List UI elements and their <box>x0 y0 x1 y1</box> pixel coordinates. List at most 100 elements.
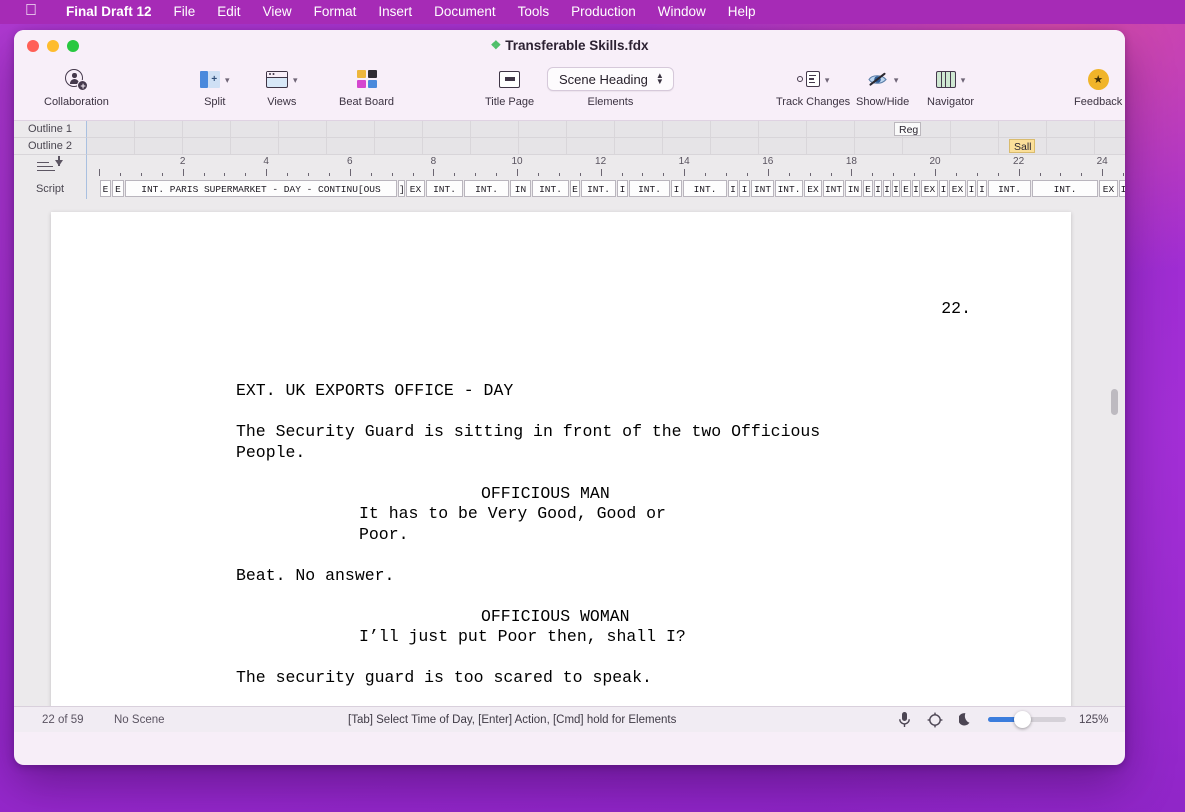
scene-cell[interactable]: I <box>739 180 750 197</box>
track-changes-button[interactable]: ▾ Track Changes <box>776 66 850 108</box>
scene-cell[interactable]: IN <box>845 180 862 197</box>
scene-cell[interactable]: I <box>671 180 682 197</box>
menu-item-document[interactable]: Document <box>423 0 507 24</box>
outline1-tag[interactable]: Reg <box>894 122 921 136</box>
show-hide-label: Show/Hide <box>856 96 910 108</box>
scene-cell[interactable]: INT <box>751 180 774 197</box>
script-page[interactable]: 22. EXT. UK EXPORTS OFFICE - DAY The Secu… <box>51 212 1071 706</box>
chevron-down-icon[interactable]: ▾ <box>225 75 230 86</box>
scene-cell[interactable]: INT. <box>464 180 509 197</box>
apple-logo-icon[interactable]:  <box>14 0 48 23</box>
scene-cell[interactable]: I <box>1119 180 1125 197</box>
script-line-character[interactable]: OFFICIOUS WOMAN <box>236 607 1011 628</box>
script-line-action[interactable]: The security guard is too scared to spea… <box>236 668 1011 689</box>
menu-item-edit[interactable]: Edit <box>206 0 251 24</box>
menu-item-window[interactable]: Window <box>647 0 717 24</box>
scene-cell[interactable]: INT. <box>775 180 803 197</box>
night-mode-moon-icon[interactable] <box>957 711 975 729</box>
zoom-slider-knob[interactable] <box>1014 711 1031 728</box>
scene-cell[interactable]: E <box>901 180 911 197</box>
scene-cell[interactable]: I <box>912 180 920 197</box>
script-line-action[interactable]: The Security Guard is sitting in front o… <box>236 422 1011 443</box>
script-line-dialogue[interactable]: It has to be Very Good, Good or <box>236 504 1011 525</box>
vertical-scrollbar[interactable] <box>1109 199 1119 706</box>
menu-item-insert[interactable]: Insert <box>367 0 423 24</box>
chevron-down-icon[interactable]: ▾ <box>894 75 899 86</box>
scene-cell[interactable]: E <box>570 180 580 197</box>
menu-item-file[interactable]: File <box>163 0 207 24</box>
microphone-icon[interactable] <box>895 711 913 729</box>
scene-cell[interactable]: I <box>977 180 987 197</box>
ruler-tick <box>830 173 832 176</box>
scene-cell[interactable]: I <box>939 180 948 197</box>
scene-cell[interactable]: IN <box>510 180 531 197</box>
script-text[interactable]: 22. EXT. UK EXPORTS OFFICE - DAY The Secu… <box>51 212 1071 706</box>
chevron-down-icon[interactable]: ▾ <box>293 75 298 86</box>
chevron-down-icon[interactable]: ▾ <box>825 75 830 86</box>
ruler[interactable]: 2 4 6 8 10 12 14 16 18 20 22 24 <box>87 155 1125 179</box>
script-line-action[interactable]: Beat. No answer. <box>236 566 1011 587</box>
scene-cell[interactable]: I <box>728 180 738 197</box>
script-line-action[interactable]: People. <box>236 443 1011 464</box>
title-page-button[interactable]: Title Page <box>485 66 534 108</box>
scene-cell[interactable]: INT. <box>532 180 569 197</box>
menu-item-tools[interactable]: Tools <box>507 0 561 24</box>
collaboration-button[interactable]: + Collaboration <box>44 66 109 108</box>
menu-item-final-draft[interactable]: Final Draft 12 <box>66 0 163 24</box>
track-changes-label: Track Changes <box>776 96 851 108</box>
scene-cell[interactable]: INT. <box>629 180 670 197</box>
scene-cell[interactable]: EX <box>406 180 425 197</box>
scene-cell[interactable]: INT. <box>988 180 1031 197</box>
vertical-scrollbar-thumb[interactable] <box>1111 389 1118 415</box>
chevron-down-icon[interactable]: ▾ <box>961 75 966 86</box>
scene-cell[interactable]: E <box>112 180 124 197</box>
scene-cell[interactable]: INT. <box>1032 180 1098 197</box>
outline1-lane[interactable]: Reg <box>87 121 1125 138</box>
outline1-label[interactable]: Outline 1 <box>14 121 87 138</box>
focus-mode-icon[interactable] <box>926 711 944 729</box>
scene-cell[interactable]: E <box>863 180 873 197</box>
menu-item-format[interactable]: Format <box>303 0 368 24</box>
scene-cell[interactable]: EX <box>921 180 938 197</box>
scene-cell[interactable]: INT. <box>683 180 727 197</box>
outline2-label[interactable]: Outline 2 <box>14 138 87 155</box>
scene-cell[interactable]: EX <box>1099 180 1118 197</box>
menu-item-help[interactable]: Help <box>717 0 767 24</box>
ruler-tick <box>99 169 100 176</box>
script-line-dialogue[interactable]: Poor. <box>236 525 1011 546</box>
script-blank-line <box>236 545 1011 566</box>
script-line-scene-heading[interactable]: EXT. UK EXPORTS OFFICE - DAY <box>236 381 1011 402</box>
script-line-dialogue[interactable]: I’ll just put Poor then, shall I? <box>236 627 1011 648</box>
menu-item-production[interactable]: Production <box>560 0 647 24</box>
scene-cell[interactable]: EX <box>949 180 966 197</box>
views-button[interactable]: ▾ Views <box>266 66 298 108</box>
scene-strip[interactable]: E E INT. PARIS SUPERMARKET - DAY - CONTINU… <box>87 179 1125 199</box>
scene-cell[interactable]: E <box>100 180 111 197</box>
scene-cell[interactable]: I <box>883 180 891 197</box>
scene-cell[interactable]: INT. PARIS SUPERMARKET - DAY - CONTINU[O… <box>125 180 397 197</box>
scene-cell[interactable]: INT. <box>426 180 463 197</box>
scene-cell[interactable]: EX <box>804 180 822 197</box>
outline2-tag[interactable]: Sall <box>1009 139 1035 153</box>
zoom-slider[interactable] <box>988 711 1066 728</box>
scene-cell[interactable]: ] <box>398 180 405 197</box>
scene-cell[interactable]: I <box>892 180 900 197</box>
ruler-tick <box>496 173 498 176</box>
scene-cell[interactable]: I <box>617 180 628 197</box>
outline2-lane[interactable]: Sall <box>87 138 1125 155</box>
beat-board-button[interactable]: Beat Board <box>339 66 394 108</box>
stepper-icon[interactable]: ▲ ▼ <box>656 72 664 86</box>
scene-cell[interactable]: INT <box>823 180 844 197</box>
feedback-button[interactable]: ★ Feedback <box>1074 66 1122 108</box>
show-hide-button[interactable]: ▾ Show/Hide <box>856 66 909 108</box>
navigator-button[interactable]: ▾ Navigator <box>927 66 974 108</box>
menu-item-view[interactable]: View <box>252 0 303 24</box>
script-label[interactable]: Script <box>14 179 87 199</box>
tab-settings-button[interactable] <box>14 155 87 179</box>
script-line-character[interactable]: OFFICIOUS MAN <box>236 484 1011 505</box>
scene-cell[interactable]: I <box>967 180 976 197</box>
split-button[interactable]: + ▾ Split <box>200 66 230 108</box>
scene-cell[interactable]: I <box>874 180 882 197</box>
elements-dropdown[interactable]: Scene Heading ▲ ▼ <box>547 67 674 91</box>
scene-cell[interactable]: INT. <box>581 180 616 197</box>
